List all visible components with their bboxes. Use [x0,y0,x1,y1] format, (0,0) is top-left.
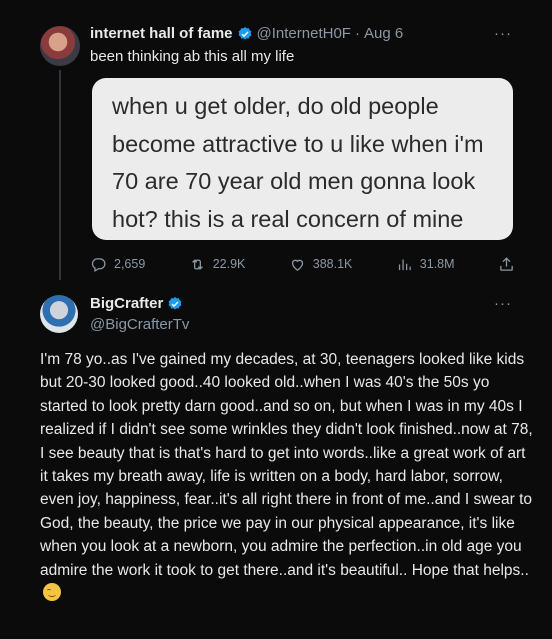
like-button[interactable]: 388.1K [289,256,353,273]
separator: · [354,25,360,42]
retweet-count: 22.9K [212,257,246,271]
display-name[interactable]: internet hall of fame [90,25,233,42]
tweet-body: I'm 78 yo..as I've gained my decades, at… [40,351,533,579]
tweet-image[interactable]: when u get older, do old people become a… [92,78,513,240]
tweet-header: internet hall of fame @InternetH0F · Aug… [90,25,403,42]
relieved-face-emoji [43,583,61,602]
more-options-button[interactable]: ··· [494,295,512,312]
verified-badge-icon [168,296,182,310]
share-icon [500,256,513,271]
verified-badge-icon [238,26,251,40]
avatar[interactable] [40,295,78,333]
handle[interactable]: @InternetH0F [257,25,351,42]
reply-icon [91,257,106,272]
views-button[interactable]: 31.8M [396,256,455,273]
action-bar: 2,659 22.9K 388.1K 31.8M [90,254,515,274]
share-button[interactable] [498,256,515,273]
like-count: 388.1K [312,257,353,271]
avatar[interactable] [40,26,80,66]
reply-button[interactable]: 2,659 [90,256,145,273]
more-options-button[interactable]: ··· [494,25,512,42]
views-chart-icon [398,259,411,270]
image-text: when u get older, do old people become a… [112,93,484,232]
timestamp[interactable]: Aug 6 [364,25,403,42]
original-tweet[interactable]: internet hall of fame @InternetH0F · Aug… [0,0,552,285]
tweet-text: I'm 78 yo..as I've gained my decades, at… [40,348,535,605]
view-count: 31.8M [419,257,455,271]
thread-line [59,70,61,280]
reply-count: 2,659 [114,257,146,271]
heart-icon [291,259,303,271]
handle[interactable]: @BigCrafterTv [90,316,189,333]
tweet-header: BigCrafter [90,295,187,312]
retweet-icon [191,258,203,270]
tweet-text: been thinking ab this all my life [90,48,295,65]
retweet-button[interactable]: 22.9K [189,256,246,273]
display-name[interactable]: BigCrafter [90,295,163,312]
